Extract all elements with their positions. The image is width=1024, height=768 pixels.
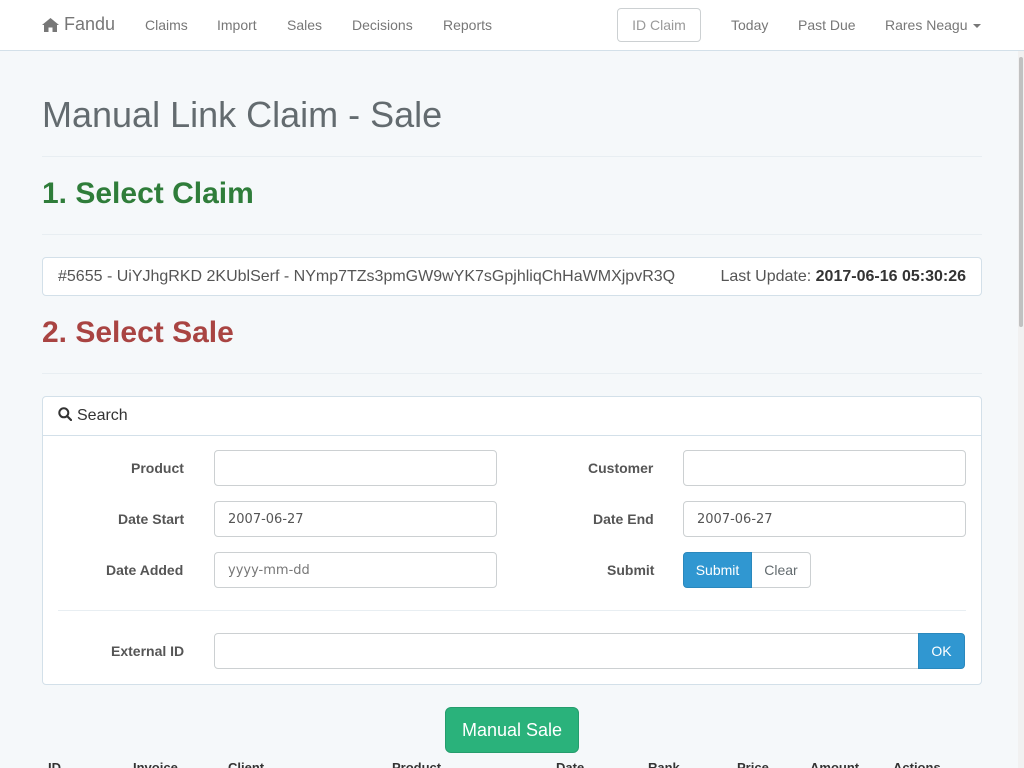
claim-summary: #5655 - UiYJhgRKD 2KUblSerf - NYmp7TZs3p… [58,268,676,285]
clear-button[interactable]: Clear [752,552,811,588]
step2-heading: 2. Select Sale [42,316,234,349]
submit-button[interactable]: Submit [683,552,752,588]
manual-sale-button[interactable]: Manual Sale [445,707,579,753]
navbar: Fandu Claims Import Sales Decisions Repo… [0,0,1024,51]
id-claim-input[interactable]: ID Claim [617,8,701,42]
column-header-date[interactable]: Date [556,760,584,768]
search-heading-text: Search [77,407,128,424]
submit-label: Submit [607,562,655,578]
nav-past-due[interactable]: Past Due [798,17,856,33]
selected-claim[interactable]: #5655 - UiYJhgRKD 2KUblSerf - NYmp7TZs3p… [42,257,982,296]
nav-sales[interactable]: Sales [287,17,322,33]
divider [42,373,982,374]
search-icon [58,406,73,426]
date-added-input[interactable]: yyyy-mm-dd [214,552,497,588]
brand-name: Fandu [64,14,116,34]
date-added-label: Date Added [106,562,184,578]
chevron-down-icon [972,24,981,29]
column-header-rank[interactable]: Rank [648,760,680,768]
column-header-product[interactable]: Product [392,760,441,768]
divider [58,610,966,611]
customer-input[interactable] [683,450,966,486]
divider [42,156,982,157]
nav-reports[interactable]: Reports [443,17,492,33]
last-update-label: Last Update: [720,268,812,285]
column-header-client[interactable]: Client [228,760,264,768]
column-header-price[interactable]: Price [737,760,769,768]
customer-label: Customer [588,460,654,476]
claim-last-update: Last Update: 2017-06-16 05:30:26 [720,268,966,286]
nav-claims[interactable]: Claims [145,17,188,33]
search-panel-heading: Search [43,397,981,436]
external-id-label: External ID [111,643,185,659]
step1-heading: 1. Select Claim [42,177,254,210]
page-scrollbar[interactable] [1018,51,1024,768]
brand-link[interactable]: Fandu [42,14,115,35]
nav-decisions[interactable]: Decisions [352,17,413,33]
column-header-amount[interactable]: Amount [810,760,859,768]
column-header-invoice[interactable]: Invoice [133,760,178,768]
scrollbar-thumb[interactable] [1019,57,1023,327]
date-end-input[interactable]: 2007-06-27 [683,501,966,537]
product-input[interactable] [214,450,497,486]
ok-button[interactable]: OK [918,633,965,669]
external-id-input[interactable] [214,633,919,669]
last-update-value: 2017-06-16 05:30:26 [815,268,966,285]
date-start-label: Date Start [118,511,185,527]
home-icon [42,17,59,32]
date-start-input[interactable]: 2007-06-27 [214,501,497,537]
column-header-actions[interactable]: Actions [893,760,941,768]
page-title: Manual Link Claim - Sale [42,94,443,135]
product-label: Product [131,460,184,476]
nav-import[interactable]: Import [217,17,257,33]
user-menu[interactable]: Rares Neagu [885,17,981,33]
divider [42,234,982,235]
user-name: Rares Neagu [885,17,968,33]
date-end-label: Date End [593,511,654,527]
nav-today[interactable]: Today [731,17,768,33]
column-header-id[interactable]: ID [48,760,61,768]
